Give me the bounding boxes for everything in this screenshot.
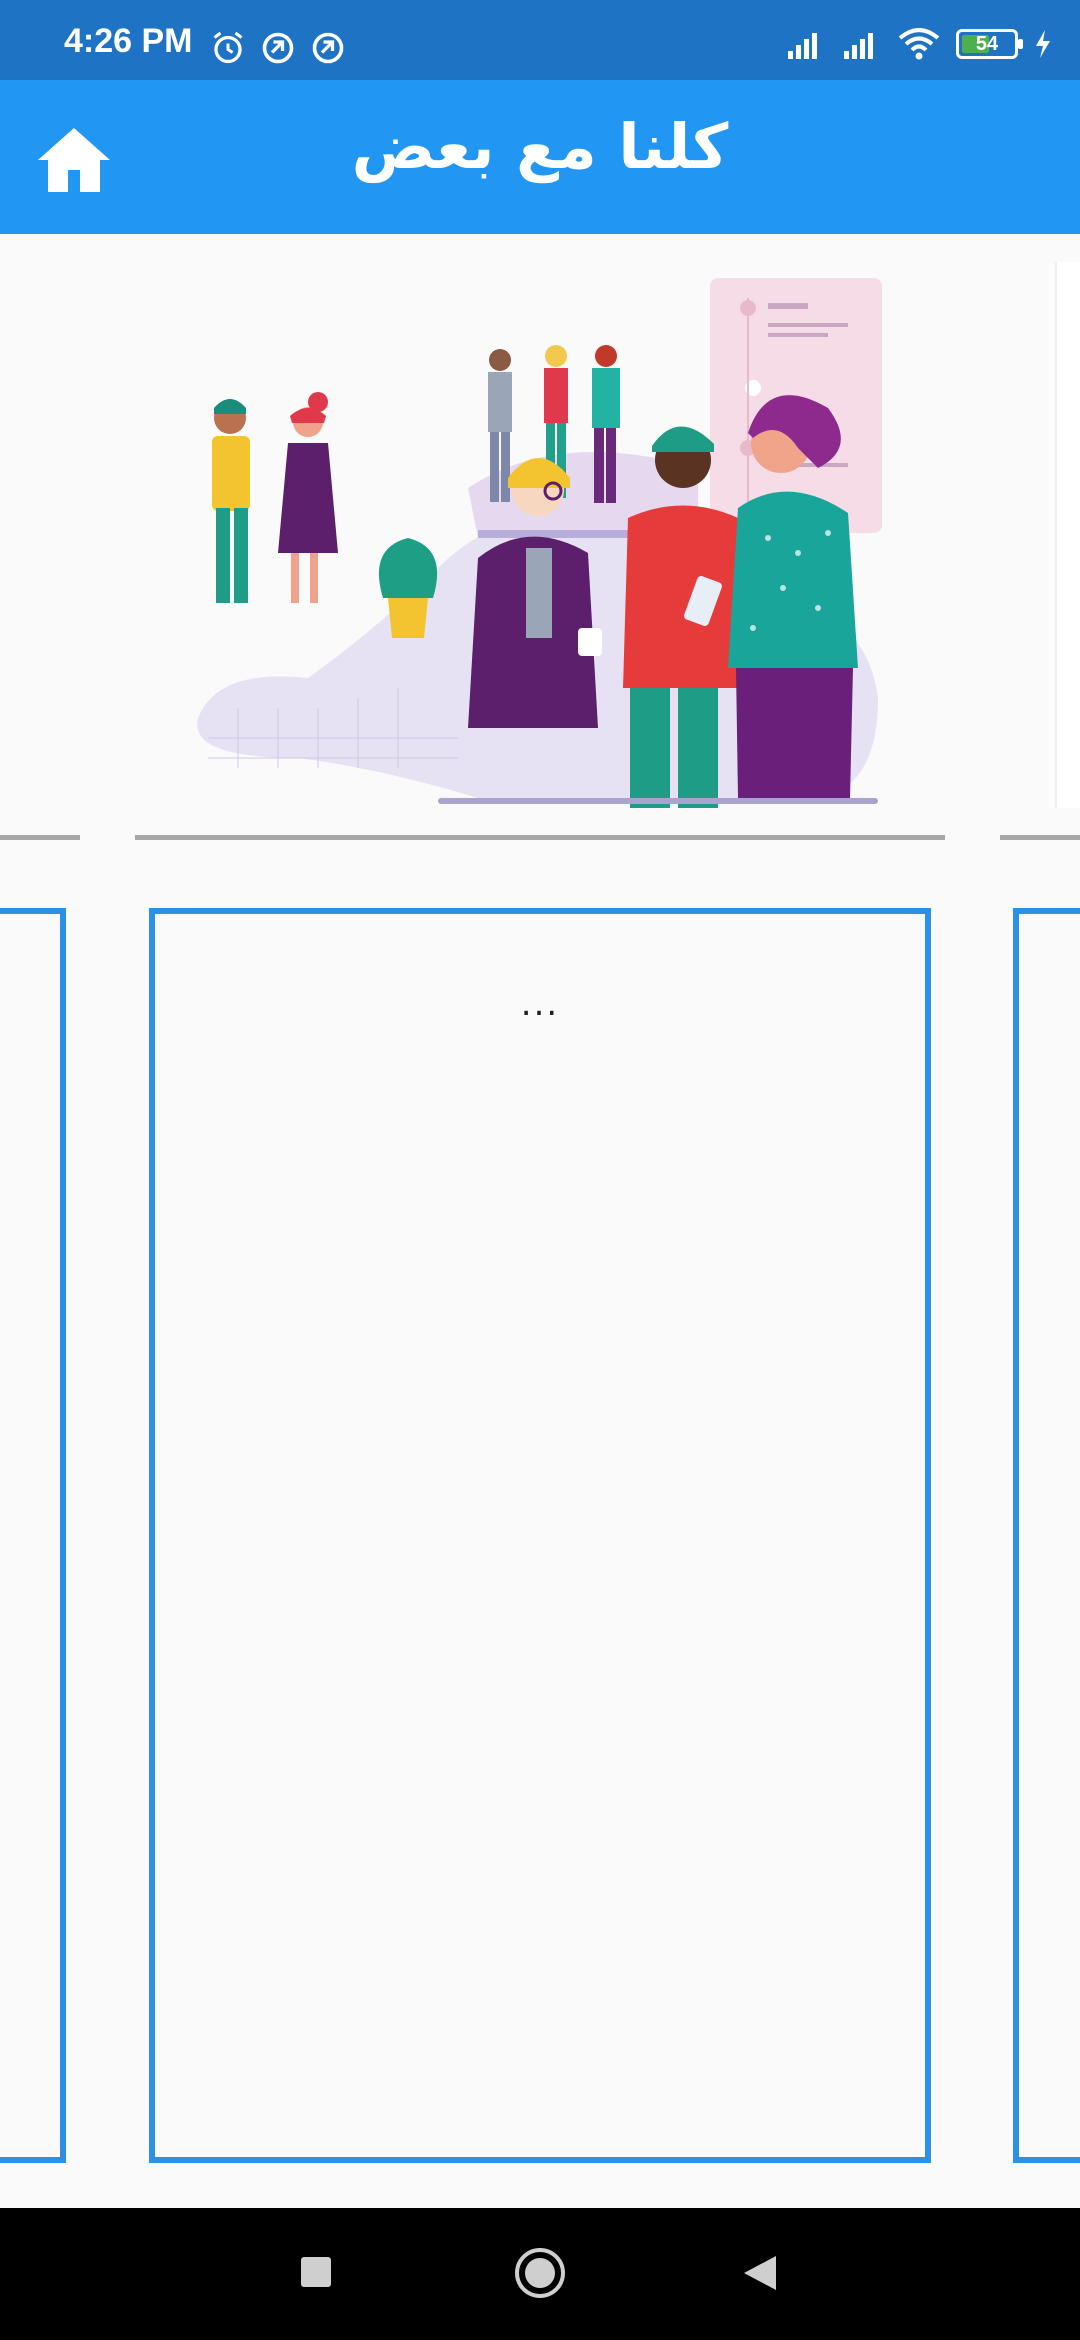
previous-card[interactable] [0, 908, 66, 2163]
status-notification-icons [210, 30, 346, 66]
app-bar: كلنا مع بعض [0, 80, 1080, 234]
divider-center [135, 835, 945, 840]
status-system-icons: 54 [786, 28, 1052, 60]
back-triangle-icon [744, 2256, 776, 2290]
next-hero-preview [1055, 262, 1080, 808]
signal-icon [844, 33, 873, 59]
sync-icon [312, 32, 344, 64]
page-title: كلنا مع بعض [351, 110, 729, 183]
battery-level: 54 [975, 32, 999, 55]
recents-icon [301, 2257, 331, 2287]
navigation-bar [0, 2208, 1080, 2340]
charging-icon [1036, 30, 1050, 58]
next-card[interactable] [1013, 908, 1080, 2163]
sync-icon [262, 32, 294, 64]
home-nav-button[interactable] [513, 2246, 567, 2300]
center-card[interactable]: ... [149, 908, 931, 2163]
back-button[interactable] [742, 2254, 778, 2292]
battery-icon: 54 [956, 29, 1023, 59]
status-bar: 4:26 PM 54 [0, 0, 1080, 80]
status-time: 4:26 PM [64, 22, 193, 60]
signal-icon [788, 33, 817, 59]
divider-left [0, 835, 80, 840]
people-socializing-illustration [197, 278, 882, 808]
alarm-icon [213, 31, 243, 64]
wifi-icon [898, 28, 940, 60]
card-text: ... [520, 984, 560, 1024]
recents-button[interactable] [298, 2254, 334, 2290]
divider-right [1000, 835, 1080, 840]
